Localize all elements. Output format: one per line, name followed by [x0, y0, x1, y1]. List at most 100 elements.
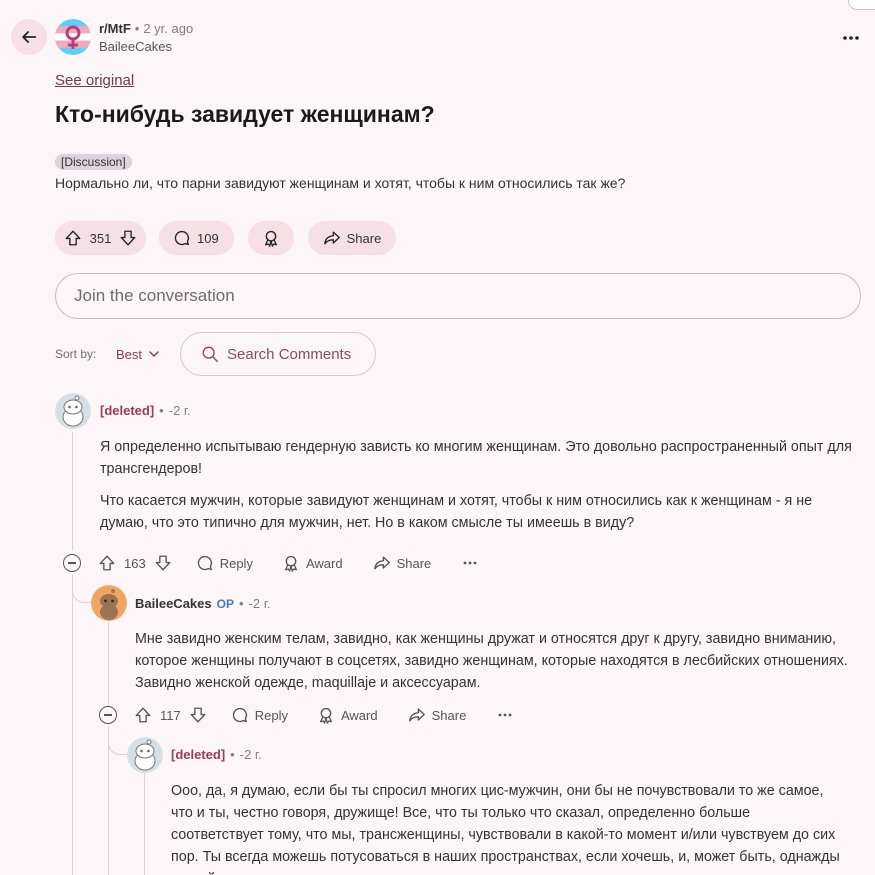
see-original-link[interactable]: See original [55, 72, 134, 89]
comment-body: Мне завидно женским телам, завидно, как … [135, 631, 848, 691]
comment-paragraph: Что касается мужчин, которые завидуют же… [100, 493, 813, 531]
post-award-button[interactable] [248, 221, 294, 255]
comment-author[interactable]: [deleted] [171, 747, 225, 762]
share-button[interactable]: Share [373, 554, 432, 572]
comment-downvote-button[interactable] [154, 554, 172, 572]
sort-dropdown[interactable]: Best [110, 341, 166, 367]
window-corner [848, 0, 875, 10]
post-age: 2 yr. ago [143, 21, 194, 36]
award-icon [264, 230, 278, 247]
reply-button[interactable]: Reply [196, 554, 253, 572]
post-vote-pill: 351 [55, 221, 146, 255]
arrow-left-icon [22, 31, 37, 43]
thread-connector [108, 742, 128, 755]
more-dots-icon [843, 36, 859, 40]
comment-author[interactable]: BaileeCakes [135, 596, 212, 611]
reply-label: Reply [219, 555, 253, 571]
comment-meta: [deleted] • -2 г. [100, 403, 191, 418]
comment-icon [174, 230, 190, 246]
comment-avatar[interactable] [91, 585, 127, 621]
snoo-avatar-icon [91, 585, 127, 621]
back-button[interactable] [11, 19, 47, 55]
award-label: Award [305, 555, 343, 571]
subreddit-name[interactable]: r/MtF [99, 21, 131, 36]
subreddit-avatar[interactable] [55, 19, 91, 55]
post-share-label: Share [346, 230, 382, 246]
search-comments-label: Search Comments [227, 345, 352, 363]
share-icon [323, 231, 340, 245]
post-comments-button[interactable]: 109 [159, 221, 234, 255]
comment-icon [197, 555, 212, 571]
thread-line[interactable] [108, 622, 109, 706]
reply-button[interactable]: Reply [231, 706, 288, 724]
post-share-button[interactable]: Share [308, 221, 396, 255]
more-dots-icon [463, 561, 477, 565]
comment-paragraph: Я определенно испытываю гендерную завист… [100, 439, 852, 477]
trans-flag-icon [55, 19, 91, 55]
chevron-down-icon [149, 351, 159, 357]
upvote-icon [135, 707, 151, 723]
comment-upvote-button[interactable] [134, 706, 152, 724]
comment-downvote-button[interactable] [189, 706, 207, 724]
share-button[interactable]: Share [408, 706, 467, 724]
comment-avatar[interactable] [127, 737, 163, 773]
post-more-button[interactable] [838, 28, 864, 48]
award-icon [319, 707, 333, 724]
post-vote-count: 351 [89, 230, 112, 246]
reply-label: Reply [254, 707, 288, 723]
comment-meta: BaileeCakes OP • -2 г. [135, 596, 271, 611]
snoo-avatar-icon [127, 737, 163, 773]
downvote-icon [155, 555, 171, 571]
post-author[interactable]: BaileeCakes [99, 39, 172, 54]
award-label: Award [340, 707, 378, 723]
upvote-icon [65, 230, 81, 246]
award-button[interactable]: Award [317, 706, 378, 724]
upvote-icon [99, 555, 115, 571]
sort-label: Sort by: [55, 347, 97, 361]
comment-actions: 117 Reply Award Share [134, 704, 512, 726]
comment-meta: [deleted] • -2 г. [171, 747, 262, 762]
comment-body: Я определенно испытываю гендерную завист… [100, 436, 860, 534]
share-label: Share [396, 555, 432, 571]
collapse-thread-button[interactable] [63, 554, 81, 572]
collapse-thread-button[interactable] [99, 706, 117, 724]
snoo-avatar-icon [55, 393, 91, 429]
comment-icon [232, 707, 247, 723]
thread-line[interactable] [72, 575, 73, 875]
post-title: Кто-нибудь завидует женщинам? [55, 101, 435, 127]
comment-upvote-button[interactable] [98, 554, 116, 572]
subreddit-line: r/MtF • 2 yr. ago [99, 21, 194, 36]
comment-author[interactable]: [deleted] [100, 403, 154, 418]
comment-age: -2 г. [248, 596, 271, 611]
comment-actions: 163 Reply Award Share [98, 552, 477, 574]
downvote-icon [190, 707, 206, 723]
comment-more-button[interactable] [463, 561, 477, 565]
comment-vote-count: 163 [124, 555, 146, 571]
more-dots-icon [498, 713, 512, 717]
op-badge: OP [216, 597, 234, 611]
post-flair[interactable]: [Discussion] [55, 154, 132, 170]
downvote-icon [120, 230, 136, 246]
post-upvote-button[interactable] [64, 229, 82, 247]
thread-connector [72, 590, 92, 603]
sort-value: Best [116, 346, 143, 362]
award-button[interactable]: Award [282, 554, 343, 572]
search-icon [202, 346, 218, 362]
comment-avatar[interactable] [55, 393, 91, 429]
share-label: Share [431, 707, 467, 723]
share-icon [408, 708, 425, 722]
thread-line[interactable] [72, 432, 73, 550]
thread-line[interactable] [144, 773, 145, 875]
comment-more-button[interactable] [498, 713, 512, 717]
join-conversation-input[interactable] [55, 273, 861, 319]
comment-age: -2 г. [239, 747, 262, 762]
post-downvote-button[interactable] [119, 229, 137, 247]
post-body: Нормально ли, что парни завидуют женщина… [55, 175, 626, 191]
award-icon [284, 555, 297, 572]
comment-age: -2 г. [168, 403, 191, 418]
share-icon [373, 556, 390, 570]
comment-vote-count: 117 [160, 707, 181, 723]
search-comments-button[interactable]: Search Comments [180, 332, 376, 376]
comment-body: Ооо, да, я думаю, если бы ты спросил мно… [171, 783, 840, 875]
post-comment-count: 109 [197, 230, 219, 246]
